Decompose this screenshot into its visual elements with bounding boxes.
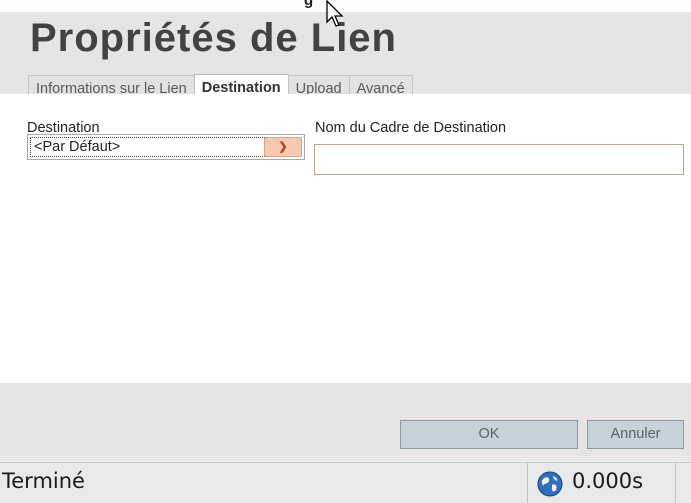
frame-name-input[interactable] — [314, 144, 684, 175]
ok-button[interactable]: OK — [400, 420, 578, 449]
load-time: 0.000s — [572, 469, 644, 493]
destination-select[interactable]: <Par Défaut> ❯ — [27, 134, 305, 160]
destination-select-value: <Par Défaut> — [30, 137, 265, 157]
cancel-button[interactable]: Annuler — [587, 420, 684, 449]
mouse-cursor-icon — [326, 0, 344, 27]
globe-icon — [537, 471, 563, 497]
status-resize-separator — [675, 463, 676, 503]
status-separator — [527, 463, 528, 503]
frame-name-label: Nom du Cadre de Destination — [315, 120, 507, 136]
status-bar: Terminé 0.000s — [0, 462, 691, 503]
chevron-down-icon[interactable]: ❯ — [264, 137, 302, 157]
status-text: Terminé — [2, 469, 85, 493]
window-title-fragment: g — [304, 0, 314, 9]
